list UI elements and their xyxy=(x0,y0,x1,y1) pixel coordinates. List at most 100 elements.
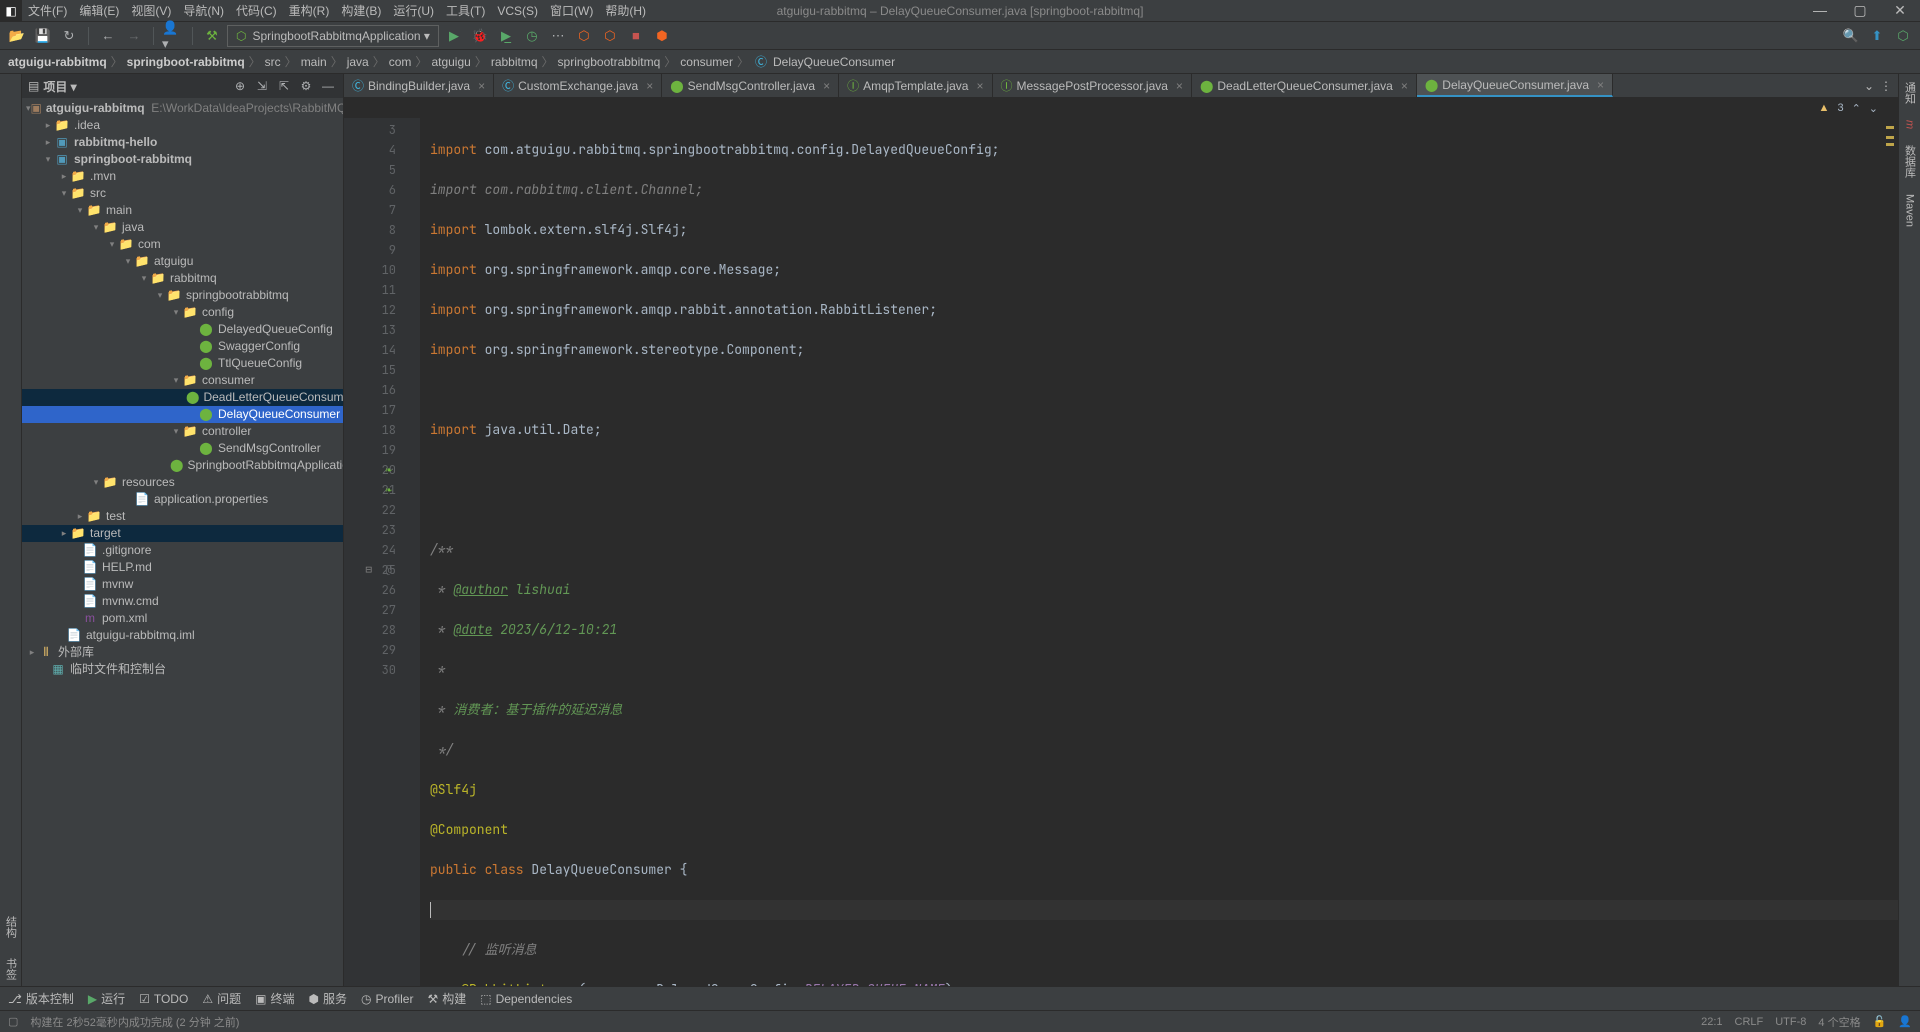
crumb[interactable]: springbootrabbitmq xyxy=(558,55,661,69)
spring-gutter-icon[interactable]: ❧ xyxy=(385,460,392,480)
next-highlight-icon[interactable]: ⌄ xyxy=(1869,102,1878,115)
crumb-file[interactable]: DelayQueueConsumer xyxy=(773,55,895,69)
warning-icon[interactable]: ▲ xyxy=(1819,102,1830,114)
rail-structure[interactable]: 结构 xyxy=(1,910,21,944)
tree-item[interactable]: 📄mvnw xyxy=(22,576,343,593)
tool-profiler[interactable]: ◷Profiler xyxy=(361,992,414,1006)
crumb[interactable]: com xyxy=(389,55,412,69)
rail-bookmarks[interactable]: 书签 xyxy=(1,952,21,986)
tool-services[interactable]: ⬢服务 xyxy=(308,990,347,1007)
close-icon[interactable]: × xyxy=(1597,78,1604,92)
crumb[interactable]: consumer xyxy=(680,55,733,69)
coverage-icon[interactable]: ▶̲ xyxy=(495,25,517,47)
ide-update-icon[interactable]: ⬆ xyxy=(1866,25,1888,47)
ide-settings-icon[interactable]: ⬡ xyxy=(1892,25,1914,47)
tree-item[interactable]: ▾📁java xyxy=(22,219,343,236)
tree-item-target[interactable]: ▸📁target xyxy=(22,525,343,542)
menu-build[interactable]: 构建(B) xyxy=(335,2,387,19)
menu-tools[interactable]: 工具(T) xyxy=(440,2,491,19)
prev-highlight-icon[interactable]: ⌃ xyxy=(1852,102,1861,115)
tree-item[interactable]: ▾📁main xyxy=(22,202,343,219)
hammer-icon[interactable]: ⚒ xyxy=(201,25,223,47)
locate-icon[interactable]: ⊕ xyxy=(231,79,249,93)
crumb[interactable]: java xyxy=(347,55,369,69)
menu-window[interactable]: 窗口(W) xyxy=(544,2,599,19)
menu-help[interactable]: 帮助(H) xyxy=(599,2,652,19)
tree-item-dead[interactable]: ⬤DeadLetterQueueConsumer xyxy=(22,389,343,406)
tab[interactable]: ⬤DeadLetterQueueConsumer.java× xyxy=(1192,74,1417,97)
crumb[interactable]: springboot-rabbitmq xyxy=(127,55,245,69)
back-icon[interactable]: ← xyxy=(97,25,119,47)
close-icon[interactable]: × xyxy=(646,79,653,93)
tree-item[interactable]: ▾📁com xyxy=(22,236,343,253)
tab[interactable]: ⒾMessagePostProcessor.java× xyxy=(993,74,1192,97)
status-indent[interactable]: 4 个空格 xyxy=(1818,1014,1860,1030)
forward-icon[interactable]: → xyxy=(123,25,145,47)
spring-gutter-icon[interactable]: ❧ xyxy=(385,480,392,500)
tree-item[interactable]: 📄HELP.md xyxy=(22,559,343,576)
minimize-button[interactable]: — xyxy=(1800,2,1840,19)
sync-icon[interactable]: ↻ xyxy=(58,25,80,47)
chevron-down-icon[interactable]: ⌄ xyxy=(1864,79,1874,93)
hide-icon[interactable]: — xyxy=(319,79,337,93)
status-position[interactable]: 22:1 xyxy=(1701,1016,1722,1028)
tree-item[interactable]: ▾📁springbootrabbitmq xyxy=(22,287,343,304)
tree-item[interactable]: ▸📁.mvn xyxy=(22,168,343,185)
run-config-selector[interactable]: ⬡ SpringbootRabbitmqApplication ▾ xyxy=(227,25,439,47)
tree-item[interactable]: ▾▣springboot-rabbitmq xyxy=(22,151,343,168)
tree-item[interactable]: ▸▣rabbitmq-hello xyxy=(22,134,343,151)
menu-refactor[interactable]: 重构(R) xyxy=(283,2,336,19)
tab[interactable]: ⒸBindingBuilder.java× xyxy=(344,74,494,97)
actuator-icon[interactable]: ⬢ xyxy=(651,25,673,47)
menu-view[interactable]: 视图(V) xyxy=(125,2,177,19)
close-icon[interactable]: × xyxy=(823,79,830,93)
expand-icon[interactable]: ⇲ xyxy=(253,79,271,93)
rail-maven-m[interactable]: m xyxy=(1902,112,1918,137)
close-icon[interactable]: × xyxy=(1401,79,1408,93)
tree-root[interactable]: ▾▣atguigu-rabbitmq E:\WorkData\IdeaProje… xyxy=(22,100,343,117)
tree-item[interactable]: ▾📁atguigu xyxy=(22,253,343,270)
tree-item[interactable]: ▾📁rabbitmq xyxy=(22,270,343,287)
tree-item[interactable]: mpom.xml xyxy=(22,610,343,627)
tree-item[interactable]: ▾📁config xyxy=(22,304,343,321)
tool-todo[interactable]: ☑TODO xyxy=(139,992,188,1006)
crumb[interactable]: atguigu-rabbitmq xyxy=(8,55,107,69)
crumb[interactable]: main xyxy=(301,55,327,69)
rail-database[interactable]: 数据库 xyxy=(1900,137,1920,186)
tab[interactable]: ⬤SendMsgController.java× xyxy=(662,74,839,97)
menu-navigate[interactable]: 导航(N) xyxy=(177,2,230,19)
avatar-icon[interactable]: 👤▾ xyxy=(162,25,184,47)
tab[interactable]: ⒾAmqpTemplate.java× xyxy=(839,74,992,97)
tree-item[interactable]: ▾📁controller xyxy=(22,423,343,440)
tree-item[interactable]: ▾📁consumer xyxy=(22,372,343,389)
profile-icon[interactable]: ◷ xyxy=(521,25,543,47)
tree-item[interactable]: ⬤DelayedQueueConfig xyxy=(22,321,343,338)
tool-vcs[interactable]: ⎇版本控制 xyxy=(8,990,74,1007)
close-icon[interactable]: × xyxy=(1176,79,1183,93)
menu-code[interactable]: 代码(C) xyxy=(230,2,283,19)
attach2-icon[interactable]: ⬡ xyxy=(599,25,621,47)
error-stripe[interactable] xyxy=(1884,118,1896,986)
tree-item[interactable]: 📄mvnw.cmd xyxy=(22,593,343,610)
tree-item[interactable]: 📄atguigu-rabbitmq.iml xyxy=(22,627,343,644)
menu-file[interactable]: 文件(F) xyxy=(22,2,73,19)
rail-notifications[interactable]: 通知 xyxy=(1900,74,1920,112)
tree-item[interactable]: 📄.gitignore xyxy=(22,542,343,559)
stop-icon[interactable]: ■ xyxy=(625,25,647,47)
menu-run[interactable]: 运行(U) xyxy=(387,2,440,19)
tree-item[interactable]: ▾📁resources xyxy=(22,474,343,491)
crumb[interactable]: rabbitmq xyxy=(491,55,538,69)
menu-vcs[interactable]: VCS(S) xyxy=(491,4,544,18)
tab[interactable]: ⒸCustomExchange.java× xyxy=(494,74,662,97)
close-button[interactable]: ✕ xyxy=(1880,2,1920,19)
project-panel-title[interactable]: 项目 ▾ xyxy=(43,78,76,95)
close-icon[interactable]: × xyxy=(976,79,983,93)
menu-edit[interactable]: 编辑(E) xyxy=(73,2,125,19)
gear-icon[interactable]: ⚙ xyxy=(297,79,315,93)
tree-item[interactable]: ⬤SpringbootRabbitmqApplication xyxy=(22,457,343,474)
crumb[interactable]: atguigu xyxy=(431,55,470,69)
debug-icon[interactable]: 🐞 xyxy=(469,25,491,47)
status-encoding[interactable]: UTF-8 xyxy=(1775,1016,1806,1028)
tree-item[interactable]: ⬤TtlQueueConfig xyxy=(22,355,343,372)
rail-maven[interactable]: Maven xyxy=(1902,186,1918,235)
